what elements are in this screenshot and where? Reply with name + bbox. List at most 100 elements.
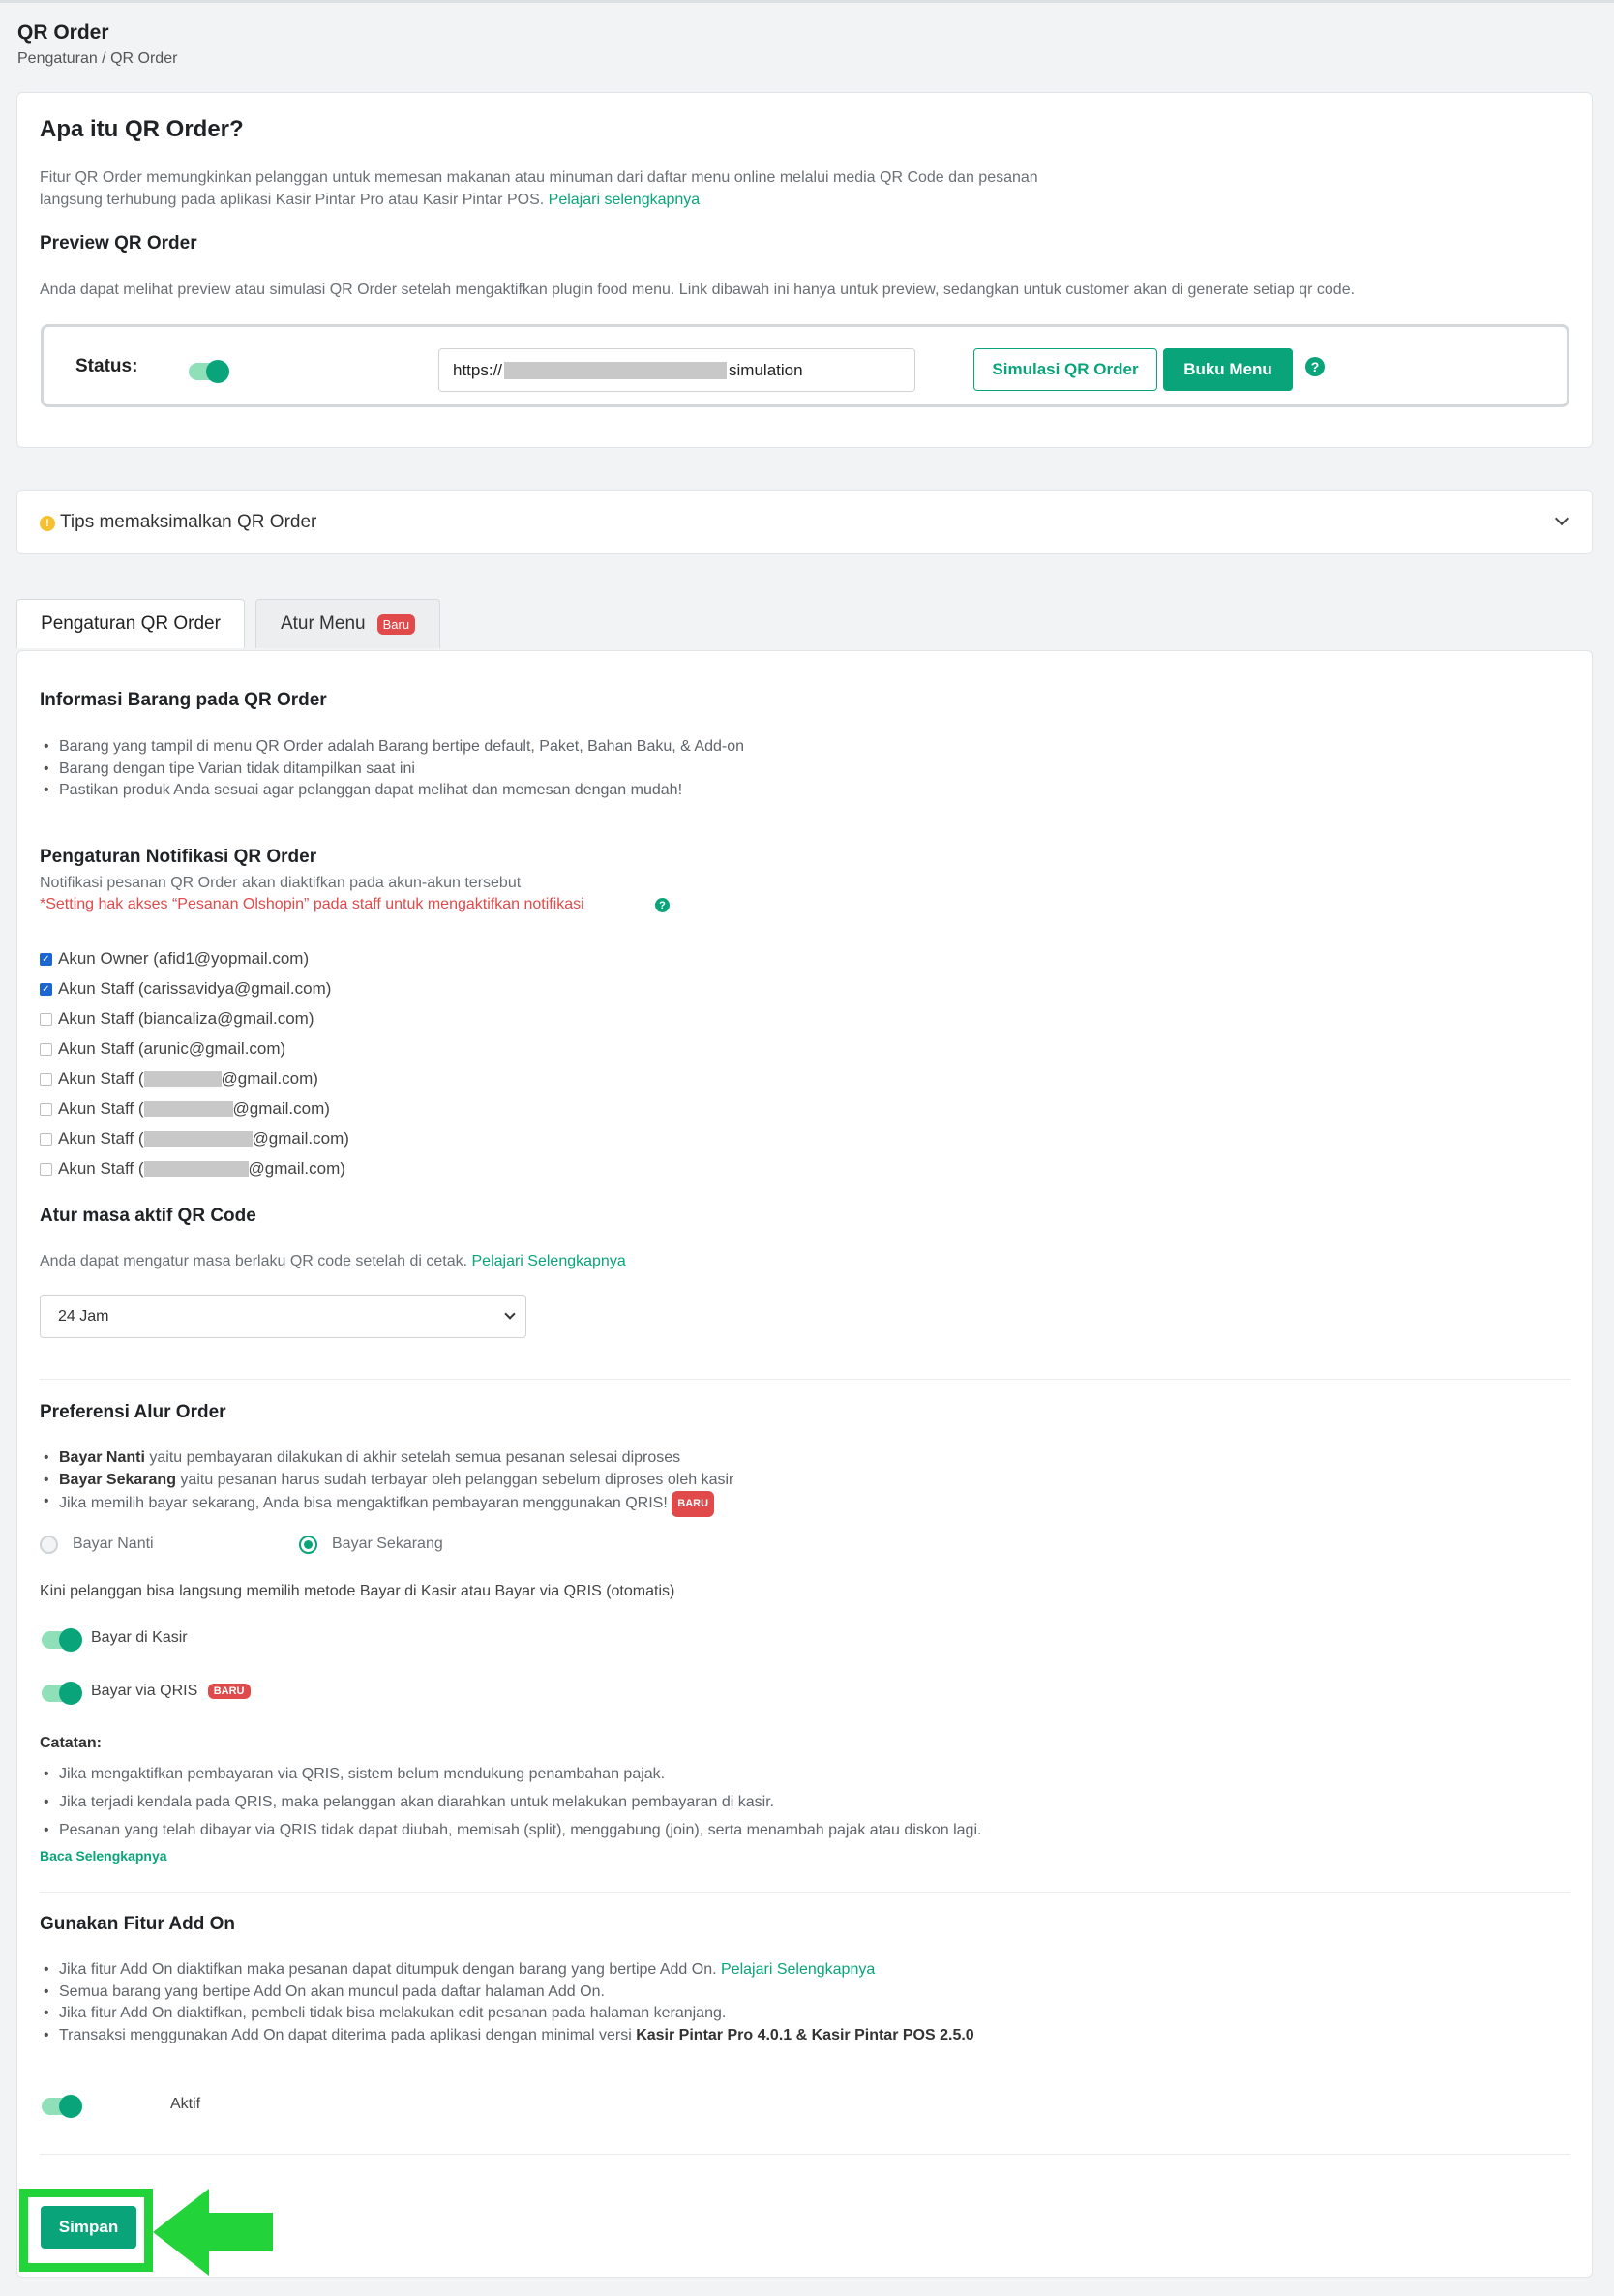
simulasi-qr-order-button[interactable]: Simulasi QR Order [973,348,1157,391]
alur-order-title: Preferensi Alur Order [40,1402,226,1422]
list-item: Semua barang yang bertipe Add On akan mu… [40,1982,974,2004]
catatan-title: Catatan: [40,1735,103,1751]
new-badge: BARU [672,1491,715,1517]
addon-list: Jika fitur Add On diaktifkan maka pesana… [40,1959,974,2046]
notifikasi-note: *Setting hak akses “Pesanan Olshopin” pa… [40,896,584,912]
list-item: Bayar Sekarang yaitu pesanan harus sudah… [40,1470,733,1492]
list-item: Barang yang tampil di menu QR Order adal… [40,736,744,759]
chevron-down-icon [1554,511,1569,526]
intro-title: Apa itu QR Order? [40,116,244,142]
account-checkbox-row[interactable]: Akun Staff (@gmail.com) [40,1129,349,1148]
list-item: Jika fitur Add On diaktifkan maka pesana… [40,1959,974,1982]
new-badge: BARU [207,1684,251,1699]
buku-menu-button[interactable]: Buku Menu [1163,348,1293,391]
redacted-email [143,1071,222,1087]
list-item: Transaksi menggunakan Add On dapat diter… [40,2025,974,2047]
addon-title: Gunakan Fitur Add On [40,1914,235,1934]
bayar-via-qris-toggle[interactable] [42,1682,82,1705]
masa-aktif-select[interactable]: 24 Jam [40,1295,526,1338]
redacted-url [504,361,728,379]
divider [40,2154,1570,2155]
tab-atur-menu[interactable]: Atur Menu Baru [255,599,440,648]
preview-title: Preview QR Order [40,233,197,253]
toggle-knob [206,360,229,383]
catatan-list: Jika mengaktifkan pembayaran via QRIS, s… [40,1760,981,1844]
status-box: Status: https://simulation Simulasi QR O… [41,324,1569,407]
toggle-label: Bayar via QRIS BARU [91,1683,251,1700]
checkbox[interactable] [40,1042,52,1056]
toggle-knob [59,2095,82,2118]
status-label: Status: [75,356,138,376]
breadcrumb: Pengaturan / QR Order [17,50,178,67]
toggle-knob [59,1628,82,1652]
tips-label: Tips memaksimalkan QR Order [60,512,317,532]
masa-aktif-desc: Anda dapat mengatur masa berlaku QR code… [40,1253,626,1269]
checkbox-checked[interactable]: ✓ [40,952,52,966]
redacted-email [143,1161,249,1177]
baca-selengkapnya-link[interactable]: Baca Selengkapnya [40,1848,167,1864]
account-checkbox-row[interactable]: Akun Staff (@gmail.com) [40,1069,318,1088]
info-barang-title: Informasi Barang pada QR Order [40,690,327,710]
alur-order-list: Bayar Nanti yaitu pembayaran dilakukan d… [40,1447,733,1517]
radio-label: Bayar Sekarang [332,1536,443,1552]
help-icon[interactable]: ? [655,898,670,912]
list-item: Barang dengan tipe Varian tidak ditampil… [40,759,744,781]
account-checkbox-row[interactable]: ✓ Akun Staff (carissavidya@gmail.com) [40,979,331,999]
checkbox[interactable] [40,1012,52,1026]
radio-label: Bayar Nanti [73,1536,154,1552]
list-item: Jika memilih bayar sekarang, Anda bisa m… [40,1491,733,1517]
radio-bayar-nanti[interactable] [40,1536,58,1554]
page-header: QR Order Pengaturan / QR Order [17,21,177,68]
notifikasi-desc: Notifikasi pesanan QR Order akan diaktif… [40,875,522,891]
bayar-di-kasir-toggle[interactable] [42,1628,82,1652]
tab-pengaturan-qr-order[interactable]: Pengaturan QR Order [16,599,245,648]
account-checkbox-row[interactable]: ✓ Akun Owner (afid1@yopmail.com) [40,949,309,969]
intro-description: Fitur QR Order memungkinkan pelanggan un… [40,169,1038,208]
list-item: Bayar Nanti yaitu pembayaran dilakukan d… [40,1447,733,1470]
info-barang-list: Barang yang tampil di menu QR Order adal… [40,736,744,802]
checkbox[interactable] [40,1072,52,1086]
checkbox[interactable] [40,1102,52,1116]
settings-card: Informasi Barang pada QR Order Barang ya… [16,650,1593,2278]
arrow-left-icon [153,2189,273,2276]
learn-more-link[interactable]: Pelajari Selengkapnya [472,1253,626,1269]
radio-bayar-sekarang[interactable] [299,1536,317,1554]
top-border [0,0,1614,3]
notifikasi-title: Pengaturan Notifikasi QR Order [40,847,317,867]
divider [40,1892,1570,1893]
toggle-knob [59,1682,82,1705]
status-toggle[interactable] [189,360,229,383]
checkbox[interactable] [40,1162,52,1176]
addon-toggle[interactable] [42,2095,82,2118]
list-item: Jika terjadi kendala pada QRIS, maka pel… [40,1788,981,1816]
intro-card: Apa itu QR Order? Fitur QR Order memungk… [16,92,1593,448]
account-checkbox-row[interactable]: Akun Staff (@gmail.com) [40,1099,330,1118]
masa-aktif-title: Atur masa aktif QR Code [40,1206,256,1226]
chevron-down-icon [504,1308,516,1320]
checkbox[interactable] [40,1132,52,1146]
page-title: QR Order [17,21,109,44]
toggle-label: Bayar di Kasir [91,1629,188,1646]
account-checkbox-row[interactable]: Akun Staff (arunic@gmail.com) [40,1039,285,1059]
warning-icon: ! [40,516,55,531]
account-checkbox-row[interactable]: Akun Staff (@gmail.com) [40,1159,345,1178]
preview-url-field[interactable]: https://simulation [438,348,915,392]
help-icon[interactable]: ? [1305,357,1325,376]
learn-more-link[interactable]: Pelajari selengkapnya [549,192,701,208]
list-item: Pesanan yang telah dibayar via QRIS tida… [40,1816,981,1844]
save-button[interactable]: Simpan [41,2206,136,2249]
list-item: Pastikan produk Anda sesuai agar pelangg… [40,780,744,802]
list-item: Jika fitur Add On diaktifkan, pembeli ti… [40,2003,974,2025]
metode-desc: Kini pelanggan bisa langsung memilih met… [40,1583,675,1599]
account-checkbox-row[interactable]: Akun Staff (biancaliza@gmail.com) [40,1009,314,1029]
learn-more-link[interactable]: Pelajari Selengkapnya [721,1961,875,1978]
redacted-email [143,1131,253,1147]
new-badge: Baru [376,613,416,635]
checkbox-checked[interactable]: ✓ [40,982,52,996]
divider [40,1379,1570,1380]
list-item: Jika mengaktifkan pembayaran via QRIS, s… [40,1760,981,1788]
toggle-label: Aktif [170,2096,201,2112]
preview-description: Anda dapat melihat preview atau simulasi… [40,282,1356,298]
redacted-email [143,1101,233,1117]
tips-accordion[interactable]: ! Tips memaksimalkan QR Order [16,490,1593,554]
